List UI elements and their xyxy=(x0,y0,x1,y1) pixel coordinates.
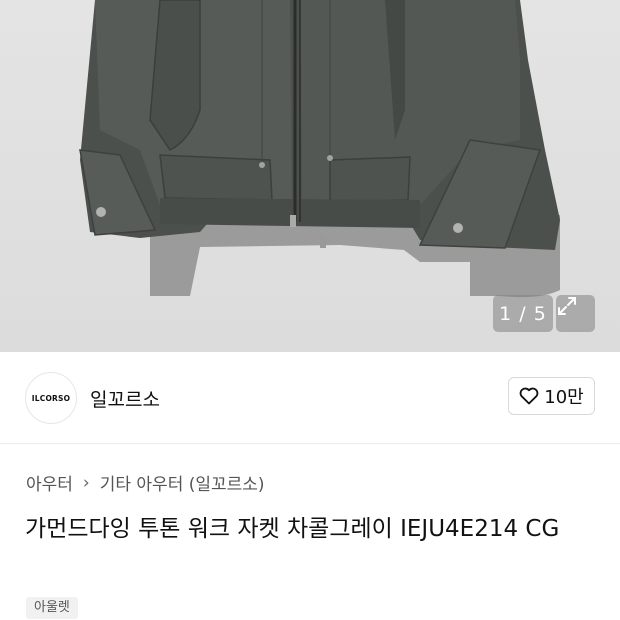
breadcrumb: 아우터 › 기타 아우터 (일꼬르소) xyxy=(26,470,265,496)
chevron-right-icon: › xyxy=(82,472,90,493)
image-counter: 1 / 5 xyxy=(493,295,553,332)
product-title: 가먼드다잉 투톤 워크 자켓 차콜그레이 IEJU4E214 CG xyxy=(25,516,560,542)
brand-name-link[interactable]: 일꼬르소 xyxy=(90,385,160,412)
heart-outline-icon xyxy=(519,387,539,405)
like-count: 10만 xyxy=(544,387,584,408)
brand-logo-text: ILCORSO xyxy=(31,393,71,403)
fullscreen-button[interactable] xyxy=(556,295,595,332)
outlet-badge: 아울렛 xyxy=(26,597,78,619)
product-image-gallery[interactable]: 1 / 5 xyxy=(0,0,620,352)
breadcrumb-item-other-outer[interactable]: 기타 아우터 (일꼬르소) xyxy=(100,470,265,495)
breadcrumb-item-outer[interactable]: 아우터 xyxy=(26,470,73,495)
like-button[interactable]: 10만 xyxy=(508,377,595,415)
brand-logo[interactable]: ILCORSO xyxy=(25,372,77,424)
